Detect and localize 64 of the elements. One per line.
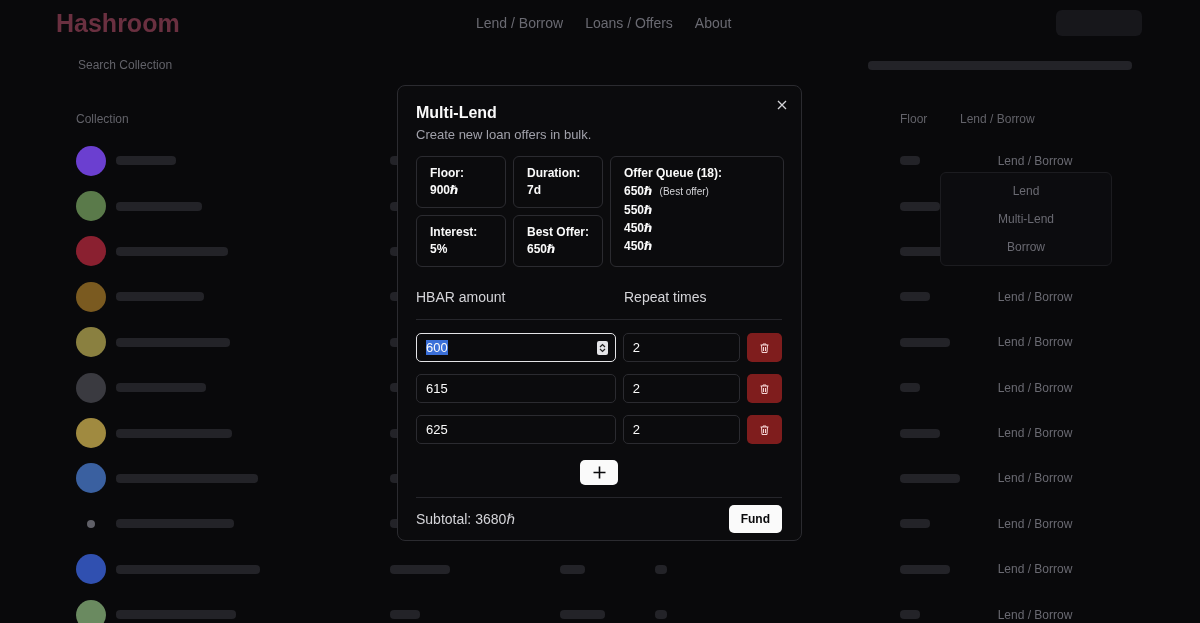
menu-item[interactable]: Multi-Lend [998, 205, 1054, 233]
trash-icon [760, 424, 770, 435]
dialog-title: Multi-Lend [416, 104, 498, 122]
plus-icon [592, 466, 606, 479]
lend-borrow-link[interactable]: Lend / Borrow [997, 426, 1073, 441]
lend-borrow-link[interactable]: Lend / Borrow [997, 380, 1073, 395]
lend-borrow-link[interactable]: Lend / Borrow [997, 153, 1073, 168]
close-icon [777, 100, 787, 110]
close-button[interactable] [775, 98, 789, 112]
blurred-text [900, 519, 930, 529]
blurred-text [655, 610, 667, 620]
repeat-field[interactable]: 2 [622, 415, 741, 444]
offer-queue-card: Offer Queue (18): 650ℏ (Best offer) 550ℏ 450ℏ 450ℏ [610, 156, 784, 267]
repeat-field[interactable]: 2 [622, 333, 741, 362]
menu-item[interactable]: Lend [1012, 177, 1040, 205]
column-label: HBAR amount [416, 289, 507, 305]
blurred-text [116, 156, 176, 166]
lend-borrow-link[interactable]: Lend / Borrow [997, 607, 1073, 622]
dialog-subtitle: Create new loan offers in bulk. [416, 127, 593, 142]
column-header: Collection [76, 111, 130, 128]
spinner-icon [596, 340, 608, 355]
menu-item[interactable]: Borrow [1007, 233, 1045, 261]
lend-borrow-link[interactable]: Lend / Borrow [997, 289, 1073, 304]
blurred-text [900, 383, 920, 393]
delete-button[interactable] [747, 374, 782, 403]
blurred-text [900, 428, 940, 438]
repeat-field[interactable]: 2 [622, 374, 741, 403]
stat-card: Duration: 7d [513, 156, 603, 208]
blurred-text [560, 564, 585, 574]
stat-card: Best Offer: 650ℏ [513, 215, 603, 267]
blurred-text [655, 564, 667, 574]
blurred-text [900, 564, 950, 574]
blurred-text [900, 610, 920, 620]
trash-icon [760, 342, 770, 353]
lend-borrow-link[interactable]: Lend / Borrow [997, 516, 1073, 531]
lend-borrow-link[interactable]: Lend / Borrow [997, 562, 1073, 577]
lend-borrow-link[interactable]: Lend / Borrow [997, 335, 1073, 350]
delete-button[interactable] [747, 415, 782, 444]
stat-card: Interest: 5% [416, 215, 506, 267]
blurred-text [900, 292, 930, 302]
blurred-text [390, 610, 420, 620]
blurred-text [900, 156, 920, 166]
logo[interactable]: Hashroom [56, 8, 476, 38]
add-button[interactable] [580, 460, 618, 485]
amount-field[interactable]: 615 [416, 374, 616, 403]
column-label: Repeat times [624, 289, 708, 305]
lend-borrow-link[interactable]: Lend / Borrow [997, 471, 1073, 486]
nav-link[interactable]: Lend / Borrow [476, 15, 564, 31]
amount-field[interactable]: 600 [416, 333, 616, 362]
blurred-text [560, 610, 605, 620]
trash-icon [760, 383, 770, 394]
column-header: Lend / Borrow [960, 111, 1036, 128]
amount-field[interactable]: 625 [416, 415, 616, 444]
nav-link[interactable]: About [694, 15, 732, 31]
search-field[interactable]: Search Collection [78, 58, 173, 72]
nav-link[interactable]: Loans / Offers [585, 15, 673, 31]
stat-card: Floor: 900ℏ [416, 156, 506, 208]
delete-button[interactable] [747, 333, 782, 362]
fund-button[interactable]: Fund [728, 505, 782, 533]
blurred-text [390, 564, 450, 574]
blurred-text [900, 473, 960, 483]
column-header[interactable]: Floor [900, 100, 960, 138]
blurred-text [900, 337, 950, 347]
subtotal: Subtotal: 3680ℏ [416, 511, 516, 527]
